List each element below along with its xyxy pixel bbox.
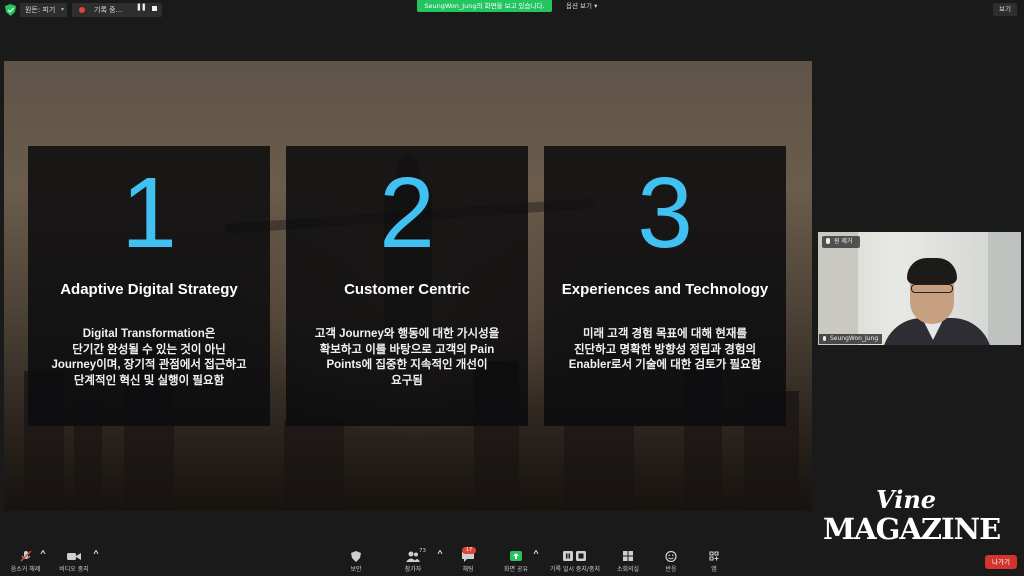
apps-button[interactable]: 앱 [700, 548, 728, 576]
background-wall [818, 232, 858, 345]
card-title: Experiences and Technology [561, 281, 769, 298]
card-number: 1 [121, 157, 177, 269]
microphone-icon [826, 238, 830, 244]
card-line: Journey이며, 장기적 관점에서 접근하고 [51, 359, 247, 371]
chat-label: 채팅 [462, 566, 474, 573]
stop-video-button[interactable]: 비디오 중지 [52, 548, 96, 576]
record-pause-stop-button[interactable]: 기록 일시 중지/중지 [545, 548, 605, 576]
participant-hair [907, 258, 957, 284]
reactions-label: 반응 [665, 566, 677, 573]
pause-icon[interactable]: ❚❚ [136, 3, 147, 11]
card-line: Enabler로서 기술에 대한 검토가 필요함 [568, 359, 762, 371]
share-screen-label: 화면 공유 [504, 566, 528, 573]
participants-icon [406, 551, 420, 562]
card-line: Points에 집중한 지속적인 개선이 [326, 359, 488, 371]
card-description: 미래 고객 경험 목표에 대해 현재를 진단하고 명확한 방향성 정립과 경험의… [558, 327, 772, 374]
participant-name: SeungWon_Jung [830, 335, 879, 342]
card-line: 단계적인 혁신 및 실행이 필요함 [73, 374, 225, 387]
microphone-muted-icon [20, 551, 31, 562]
watermark-vine: Vine [876, 485, 937, 514]
card-line: 확보하고 이를 바탕으로 고객의 Pain [319, 343, 495, 356]
card-line: 요구됨 [391, 374, 423, 387]
card-description: 고객 Journey와 행동에 대한 가시성을 확보하고 이를 바탕으로 고객의… [300, 327, 514, 389]
video-camera-icon [67, 553, 81, 560]
leave-meeting-button[interactable]: 나가기 [985, 555, 1017, 569]
breakout-rooms-label: 소회의실 [616, 566, 640, 573]
participants-label: 참가자 [404, 566, 422, 573]
card-line: 미래 고객 경험 목표에 대해 현재를 [582, 328, 748, 340]
watermark-magazine: MAGAZINE [823, 512, 1001, 546]
screen-share-banner: SeungWon_Jung의 화면을 보고 있습니다. [417, 0, 552, 12]
card-description: Digital Transformation은 단기간 완성될 수 있는 것이 … [42, 327, 256, 389]
security-button[interactable]: 보안 [340, 548, 372, 576]
recording-indicator: 기록 중... [72, 3, 162, 17]
participant-name-tag: SeungWon_Jung [819, 334, 883, 344]
shield-icon[interactable] [5, 4, 16, 16]
recording-label: 기록 중... [94, 6, 123, 14]
chevron-up-icon[interactable]: ˄ [436, 548, 444, 567]
glasses-icon [911, 284, 953, 293]
chat-unread-badge: 17 [462, 547, 476, 554]
video-mute-chip[interactable]: 원 제거 [822, 236, 860, 248]
chevron-down-icon: ▾ [60, 6, 64, 13]
share-screen-button[interactable]: 화면 공유 [500, 548, 532, 576]
view-options-button[interactable]: 옵션 보기 ▾ [566, 1, 597, 11]
city-horizon [4, 431, 812, 511]
participant-video[interactable] [818, 232, 1021, 345]
unmute-label: 음소거 해제 [10, 566, 41, 573]
shared-screen: 1 Adaptive Digital Strategy Digital Tran… [4, 61, 812, 511]
view-mode-button[interactable]: 보기 [993, 3, 1017, 16]
chevron-down-icon: ▾ [594, 2, 598, 10]
view-dropdown[interactable]: 원돈: 피기 ▾ [20, 3, 67, 17]
share-screen-icon [510, 551, 522, 561]
slide-card-3: 3 Experiences and Technology 미래 고객 경험 목표… [544, 146, 786, 426]
microphone-icon [823, 336, 826, 341]
card-line: 고객 Journey와 행동에 대한 가시성을 [314, 328, 500, 340]
recording-dot-icon [79, 7, 85, 13]
breakout-rooms-icon [623, 551, 633, 561]
breakout-rooms-button[interactable]: 소회의실 [612, 548, 644, 576]
view-options-label: 옵션 보기 [566, 2, 592, 10]
chevron-up-icon[interactable]: ˄ [39, 548, 47, 567]
background-pillar [988, 232, 1021, 345]
participants-button[interactable]: 73 참가자 [398, 548, 428, 576]
participants-count: 73 [419, 548, 426, 554]
chevron-up-icon[interactable]: ˄ [92, 548, 100, 567]
pause-stop-icon [563, 551, 586, 561]
stop-video-label: 비디오 중지 [59, 566, 89, 573]
card-title: Adaptive Digital Strategy [60, 281, 238, 298]
card-line: 진단하고 명확한 방향성 정립과 경험의 [573, 343, 757, 356]
chevron-up-icon[interactable]: ˄ [532, 548, 540, 567]
apps-label: 앱 [711, 566, 717, 573]
card-title: Customer Centric [344, 281, 470, 298]
slide-card-2: 2 Customer Centric 고객 Journey와 행동에 대한 가시… [286, 146, 528, 426]
view-dropdown-label: 원돈: 피기 [25, 6, 56, 14]
emoji-icon [665, 551, 677, 562]
stop-icon[interactable] [152, 6, 157, 11]
chat-button[interactable]: 17 채팅 [453, 547, 483, 576]
card-line: 단기간 완성될 수 있는 것이 아닌 [72, 343, 226, 356]
card-number: 2 [379, 157, 435, 269]
reactions-button[interactable]: 반응 [656, 548, 686, 576]
card-number: 3 [637, 157, 693, 269]
shield-icon [351, 551, 361, 562]
record-pause-stop-label: 기록 일시 중지/중지 [550, 566, 600, 573]
card-line: Digital Transformation은 [82, 328, 216, 340]
security-label: 보안 [350, 566, 362, 573]
video-mute-label: 원 제거 [834, 238, 853, 245]
apps-icon [709, 551, 719, 561]
slide-card-1: 1 Adaptive Digital Strategy Digital Tran… [28, 146, 270, 426]
